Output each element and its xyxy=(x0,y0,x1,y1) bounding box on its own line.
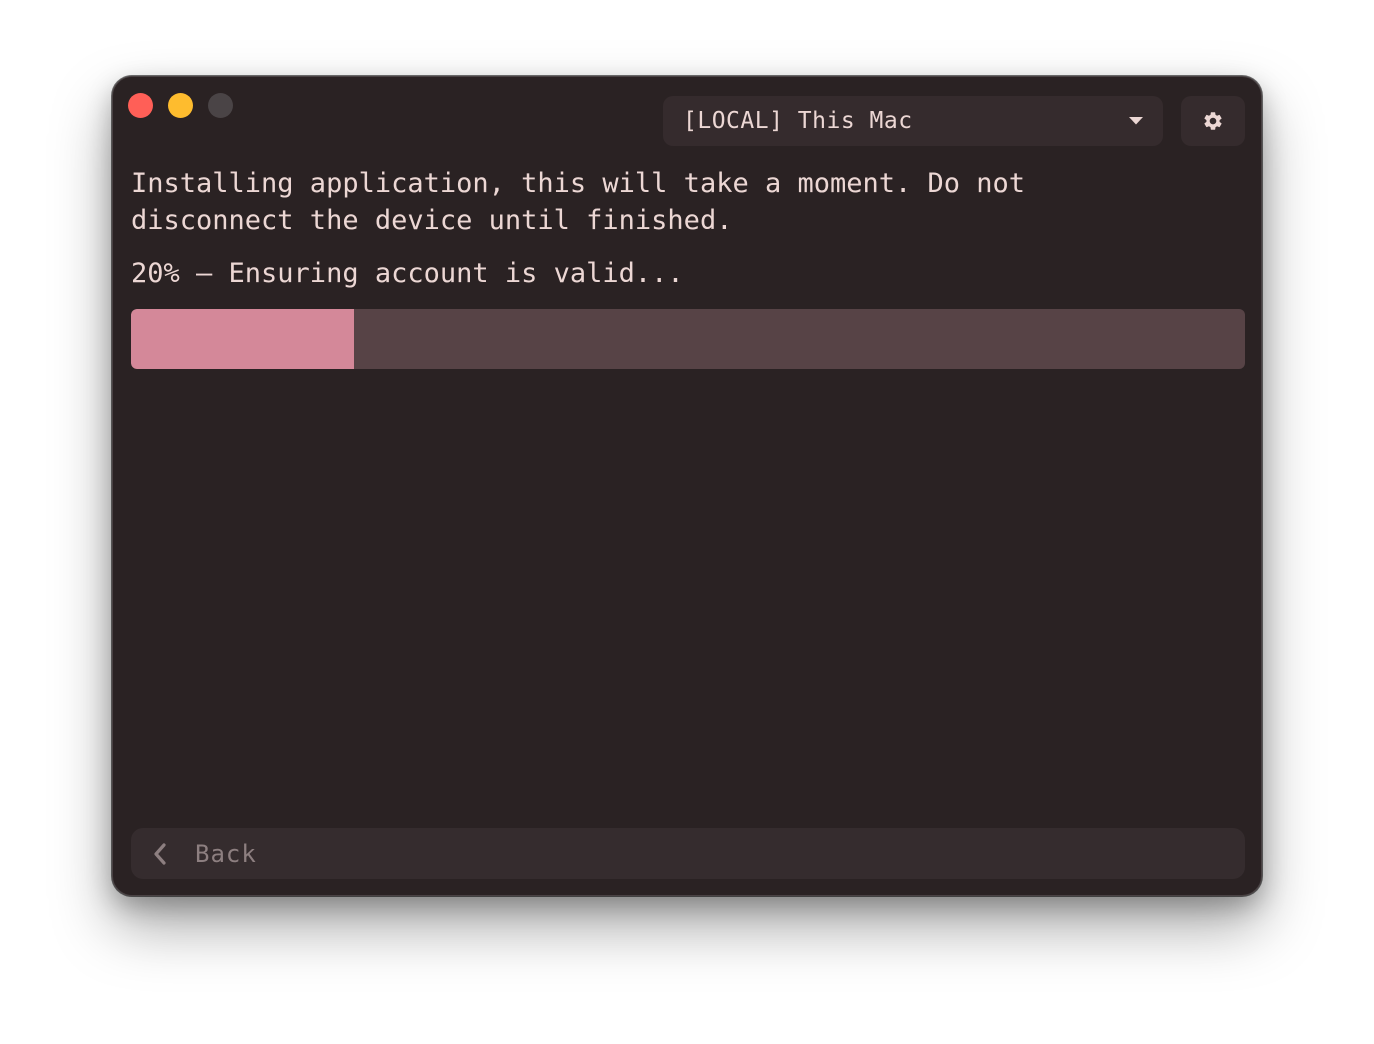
back-button[interactable]: Back xyxy=(131,828,1245,879)
zoom-window-button xyxy=(208,93,233,118)
minimize-window-button[interactable] xyxy=(168,93,193,118)
back-button-label: Back xyxy=(195,839,257,868)
app-window: [LOCAL] This Mac Installing application,… xyxy=(112,76,1262,896)
gear-icon xyxy=(1202,110,1224,132)
device-selector-label: [LOCAL] This Mac xyxy=(683,108,913,134)
progress-status: 20% — Ensuring account is valid... xyxy=(131,258,684,289)
chevron-left-icon xyxy=(151,841,169,867)
progress-bar xyxy=(131,309,1245,369)
close-window-button[interactable] xyxy=(128,93,153,118)
chevron-down-icon xyxy=(1127,115,1145,127)
settings-button[interactable] xyxy=(1181,96,1245,146)
progress-bar-fill xyxy=(131,309,354,369)
install-message: Installing application, this will take a… xyxy=(131,168,1026,236)
device-selector[interactable]: [LOCAL] This Mac xyxy=(663,96,1163,146)
